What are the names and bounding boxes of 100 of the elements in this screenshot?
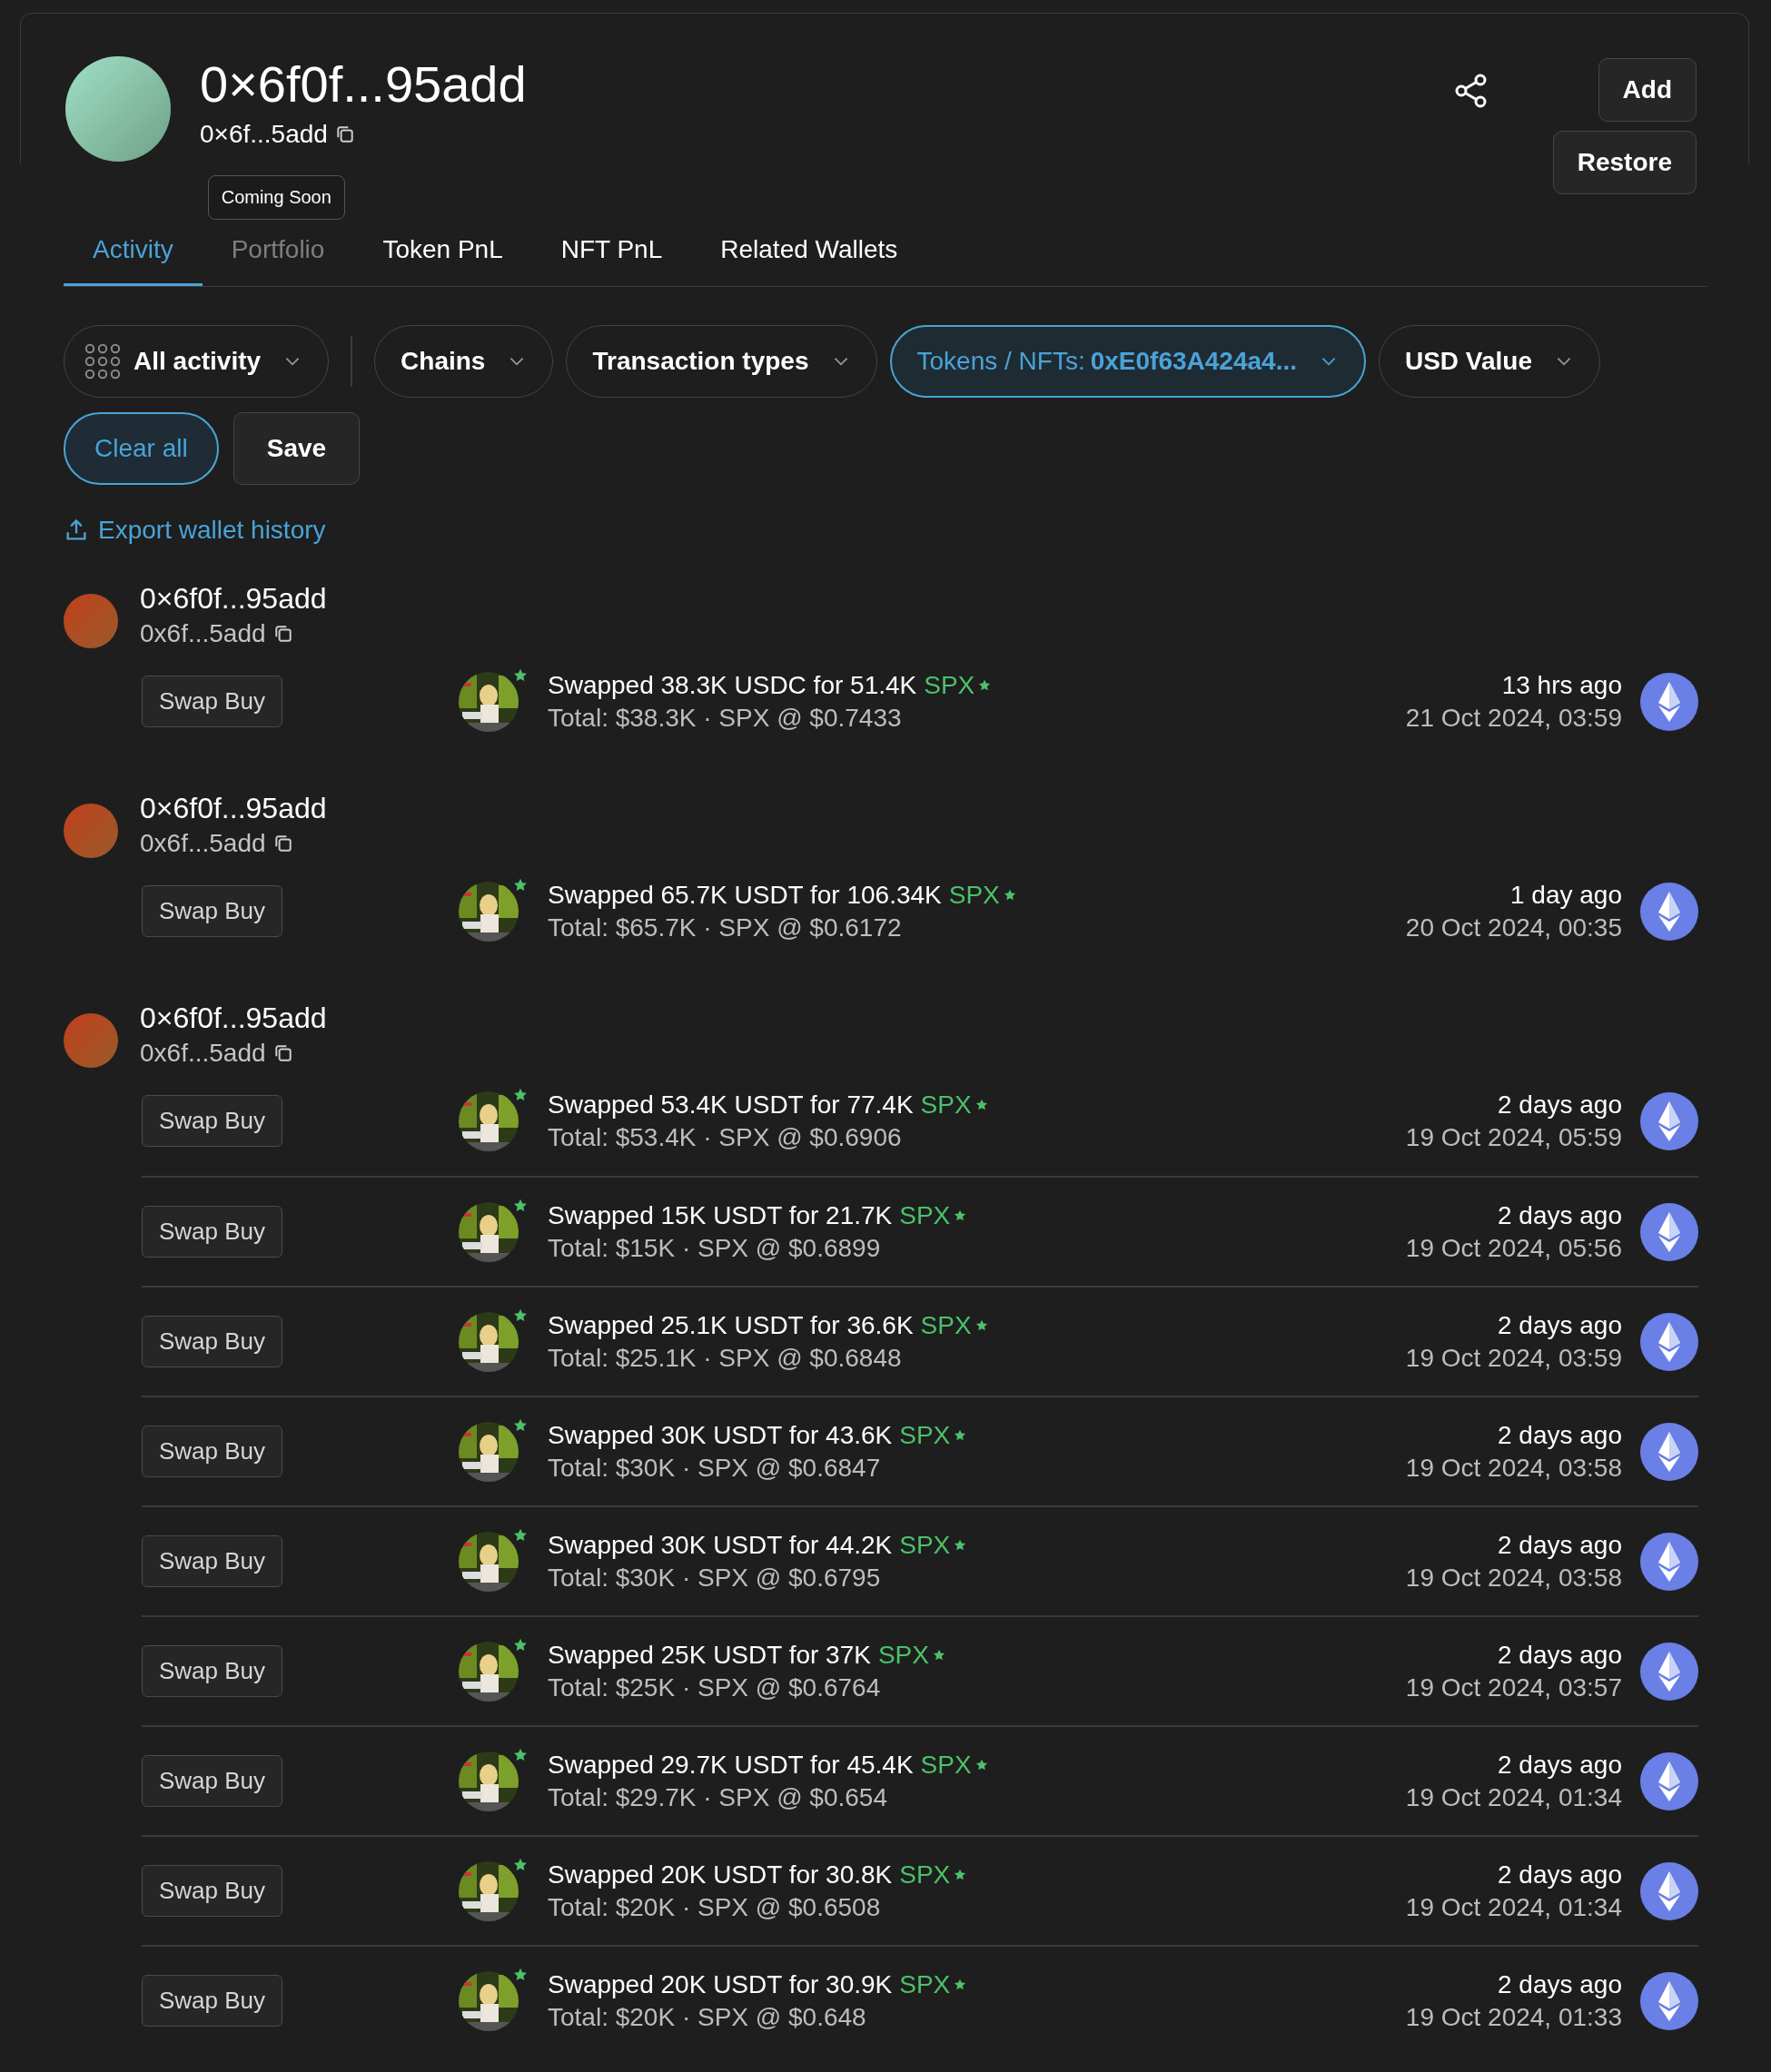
token-link[interactable]: SPX	[920, 1748, 972, 1781]
wallet-avatar	[64, 1013, 118, 1068]
ethereum-icon	[1640, 1091, 1698, 1150]
tab[interactable]: NFT PnL	[531, 228, 692, 286]
copy-icon[interactable]	[272, 834, 293, 853]
tooltip: Coming Soon	[207, 175, 345, 220]
filter-dropdown[interactable]: Tokens / NFTs: 0xE0f63A424a4...	[889, 325, 1366, 398]
filter-dropdown[interactable]: Chains	[374, 325, 554, 398]
star-icon	[975, 1098, 988, 1111]
token-link[interactable]: SPX	[899, 1418, 951, 1452]
star-icon	[513, 1307, 528, 1323]
swap-detail: Total: $30K · SPX @ $0.6847	[548, 1452, 882, 1484]
wallet-name: 0×6f0f...95add	[140, 791, 327, 826]
filter-dropdown[interactable]: USD Value	[1378, 325, 1601, 398]
token-link[interactable]: SPX	[899, 1858, 951, 1891]
ethereum-icon	[1640, 1861, 1698, 1920]
token-link[interactable]: SPX	[920, 1088, 972, 1121]
ethereum-icon	[1640, 1202, 1698, 1261]
token-link[interactable]: SPX	[899, 1528, 951, 1562]
relative-time: 2 days ago	[1497, 1419, 1622, 1451]
export-link[interactable]: Export wallet history	[64, 516, 326, 545]
swap-detail: Total: $25.1K · SPX @ $0.6848	[548, 1342, 903, 1374]
swap-summary: Swapped 20K USDT for 30.8K	[548, 1859, 893, 1890]
swap-summary: Swapped 53.4K USDT for 77.4K	[548, 1089, 914, 1120]
copy-icon[interactable]	[334, 124, 355, 144]
date-time: 19 Oct 2024, 03:58	[1405, 1562, 1622, 1593]
star-icon	[954, 1978, 967, 1991]
type-badge: Swap Buy	[142, 1975, 283, 2027]
relative-time: 2 days ago	[1497, 1749, 1622, 1781]
header-button[interactable]: Restore	[1552, 131, 1697, 194]
star-icon	[954, 1868, 967, 1881]
type-badge: Swap Buy	[142, 1645, 283, 1697]
wallet-avatar	[64, 594, 118, 648]
wallet-name: 0×6f0f...95add	[200, 54, 527, 114]
swap-summary: Swapped 29.7K USDT for 45.4K	[548, 1749, 914, 1781]
type-badge: Swap Buy	[142, 1755, 283, 1807]
star-icon	[975, 1318, 988, 1332]
token-link[interactable]: SPX	[899, 1199, 951, 1232]
date-time: 20 Oct 2024, 00:35	[1405, 912, 1622, 943]
clear-button[interactable]: Clear all	[64, 412, 219, 485]
swap-summary: Swapped 25.1K USDT for 36.6K	[548, 1309, 914, 1341]
swap-detail: Total: $25K · SPX @ $0.6764	[548, 1672, 882, 1703]
swap-detail: Total: $38.3K · SPX @ $0.7433	[548, 702, 903, 734]
ethereum-icon	[1640, 1751, 1698, 1811]
type-badge: Swap Buy	[142, 1865, 283, 1917]
wallet-name: 0×6f0f...95add	[140, 1001, 327, 1036]
date-time: 19 Oct 2024, 03:59	[1405, 1342, 1622, 1374]
copy-icon[interactable]	[272, 624, 293, 644]
swap-summary: Swapped 15K USDT for 21.7K	[548, 1199, 893, 1231]
relative-time: 2 days ago	[1497, 1529, 1622, 1561]
swap-detail: Total: $53.4K · SPX @ $0.6906	[548, 1121, 903, 1153]
date-time: 19 Oct 2024, 01:33	[1405, 2001, 1622, 2033]
swap-summary: Swapped 25K USDT for 37K	[548, 1639, 871, 1671]
star-icon	[513, 1637, 528, 1653]
tab[interactable]: Related Wallets	[691, 228, 927, 286]
ethereum-icon	[1640, 1312, 1698, 1371]
tab[interactable]: Activity	[64, 228, 203, 286]
date-time: 19 Oct 2024, 01:34	[1405, 1891, 1622, 1923]
date-time: 19 Oct 2024, 05:56	[1405, 1232, 1622, 1264]
header-button[interactable]: Add	[1598, 58, 1697, 122]
token-link[interactable]: SPX	[899, 1968, 951, 2001]
star-icon	[513, 1967, 528, 1982]
type-badge: Swap Buy	[142, 1535, 283, 1587]
star-icon	[975, 1758, 988, 1771]
token-link[interactable]: SPX	[920, 1308, 972, 1342]
star-icon	[978, 678, 992, 692]
swap-detail: Total: $65.7K · SPX @ $0.6172	[548, 912, 903, 943]
save-button[interactable]: Save	[233, 412, 361, 485]
date-time: 19 Oct 2024, 03:58	[1405, 1452, 1622, 1484]
ethereum-icon	[1640, 1971, 1698, 2030]
token-link[interactable]: SPX	[877, 1638, 929, 1672]
type-badge: Swap Buy	[142, 1206, 283, 1258]
swap-detail: Total: $30K · SPX @ $0.6795	[548, 1562, 882, 1593]
star-icon	[932, 1648, 945, 1662]
type-badge: Swap Buy	[142, 1095, 283, 1147]
relative-time: 2 days ago	[1497, 1968, 1622, 2000]
type-badge: Swap Buy	[142, 1316, 283, 1367]
relative-time: 1 day ago	[1509, 879, 1622, 911]
star-icon	[513, 1417, 528, 1433]
type-badge: Swap Buy	[142, 1426, 283, 1477]
token-link[interactable]: SPX	[948, 878, 1000, 912]
wallet-address: 0x6f...5add	[140, 618, 266, 649]
tab[interactable]: Token PnL	[353, 228, 532, 286]
swap-detail: Total: $20K · SPX @ $0.6508	[548, 1891, 882, 1923]
star-icon	[513, 1198, 528, 1213]
wallet-avatar	[64, 804, 118, 858]
relative-time: 2 days ago	[1497, 1859, 1622, 1890]
swap-summary: Swapped 30K USDT for 43.6K	[548, 1419, 893, 1451]
type-badge: Swap Buy	[142, 676, 283, 727]
swap-summary: Swapped 20K USDT for 30.9K	[548, 1968, 893, 2000]
copy-icon[interactable]	[272, 1043, 293, 1063]
filter-dropdown[interactable]: All activity	[64, 325, 330, 398]
filter-dropdown[interactable]: Transaction types	[566, 325, 877, 398]
relative-time: 2 days ago	[1497, 1309, 1622, 1341]
token-link[interactable]: SPX	[924, 668, 975, 702]
date-time: 19 Oct 2024, 01:34	[1405, 1781, 1622, 1813]
relative-time: 2 days ago	[1497, 1089, 1622, 1120]
star-icon	[954, 1209, 967, 1222]
swap-summary: Swapped 65.7K USDT for 106.34K	[548, 879, 942, 911]
swap-summary: Swapped 38.3K USDC for 51.4K	[548, 669, 917, 701]
